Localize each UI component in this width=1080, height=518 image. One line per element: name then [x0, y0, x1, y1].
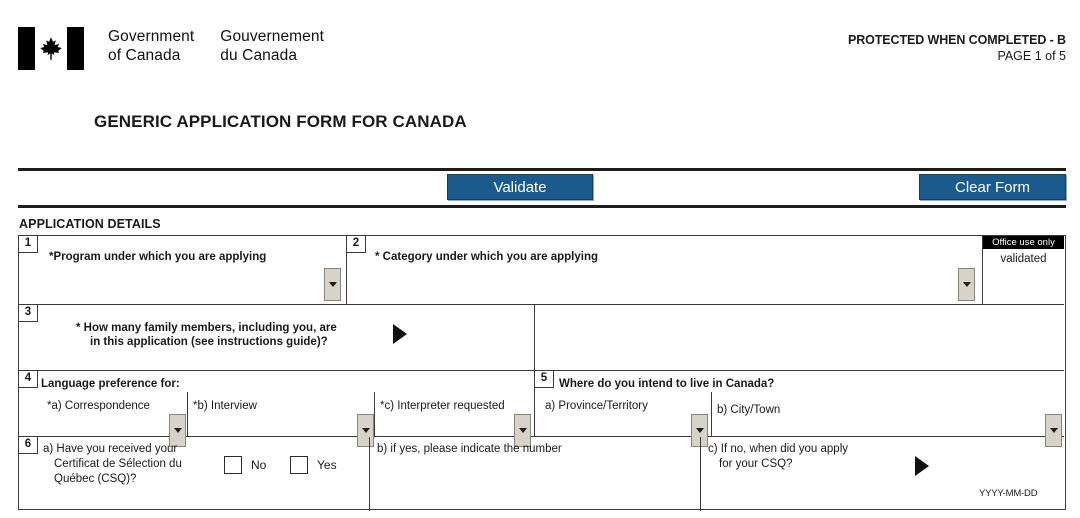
- field-number-6: 6: [19, 437, 38, 454]
- protected-marking-block: PROTECTED WHEN COMPLETED - B PAGE 1 of 5: [848, 33, 1066, 63]
- csq-date-expand-triangle-icon[interactable]: [915, 456, 929, 476]
- label-family-members-line2: in this application (see instructions gu…: [90, 336, 328, 348]
- csq-date-format-hint: YYYY-MM-DD: [979, 488, 1038, 499]
- column-divider-5a-5b: [711, 392, 713, 436]
- field-number-2: 2: [347, 236, 366, 253]
- wordmark-french-line2: du Canada: [220, 47, 298, 64]
- family-members-expand-triangle-icon[interactable]: [393, 324, 407, 344]
- city-town-dropdown[interactable]: [1045, 414, 1062, 447]
- field-number-5: 5: [535, 371, 554, 388]
- label-category: * Category under which you are applying: [375, 251, 599, 263]
- column-divider-6b-6c: [700, 437, 702, 511]
- label-language-preference: Language preference for:: [41, 378, 180, 390]
- csq-no-checkbox[interactable]: [224, 456, 242, 474]
- office-use-only-header: Office use only: [983, 236, 1064, 249]
- csq-no-label: No: [251, 458, 267, 472]
- label-province-territory: a) Province/Territory: [545, 400, 648, 412]
- csq-yes-label: Yes: [317, 458, 337, 472]
- label-csq-line1: a) Have you received your: [43, 443, 178, 455]
- label-intend-to-live: Where do you intend to live in Canada?: [559, 378, 775, 390]
- divider-below-toolbar: [18, 205, 1066, 208]
- chevron-down-icon: [173, 428, 182, 433]
- application-details-table: 1 *Program under which you are applying …: [18, 235, 1066, 511]
- field-number-3: 3: [19, 305, 38, 322]
- label-interview: *b) Interview: [193, 400, 257, 412]
- category-dropdown[interactable]: [958, 268, 975, 301]
- label-csq-line2: Certificat de Sélection du: [54, 458, 182, 470]
- chevron-down-icon: [695, 428, 704, 433]
- page-indicator: PAGE 1 of 5: [997, 49, 1066, 63]
- protected-marking-text: PROTECTED WHEN COMPLETED - B: [847, 33, 1066, 47]
- government-of-canada-signature: Government of Canada Gouvernement du Can…: [18, 27, 324, 70]
- field-number-1: 1: [19, 236, 38, 253]
- office-use-only-value: validated: [1000, 253, 1047, 265]
- page-title: GENERIC APPLICATION FORM FOR CANADA: [94, 112, 467, 131]
- row-divider-1: [19, 304, 1064, 306]
- label-csq-apply-date-line2: for your CSQ?: [719, 458, 793, 470]
- wordmark-english-line1: Government: [108, 28, 195, 45]
- column-divider-6a-6b: [369, 437, 371, 511]
- label-csq-number: b) if yes, please indicate the number: [377, 443, 562, 455]
- maple-leaf-icon: [40, 37, 62, 60]
- wordmark-english-line2: of Canada: [108, 47, 181, 64]
- column-divider-row3: [534, 305, 536, 370]
- label-program: *Program under which you are applying: [49, 251, 267, 263]
- chevron-down-icon: [328, 282, 337, 287]
- label-city-town: b) City/Town: [717, 404, 781, 416]
- label-csq-apply-date-line1: c) If no, when did you apply: [708, 443, 848, 455]
- column-divider-4a-4b: [187, 392, 189, 436]
- chevron-down-icon: [1049, 428, 1058, 433]
- column-divider-4b-4c: [374, 392, 376, 436]
- field-number-4: 4: [19, 371, 38, 388]
- wordmark-french-line1: Gouvernement: [220, 28, 325, 45]
- clear-form-button[interactable]: Clear Form: [919, 174, 1066, 200]
- chevron-down-icon: [361, 428, 370, 433]
- program-dropdown[interactable]: [324, 268, 341, 301]
- label-correspondence: *a) Correspondence: [47, 400, 150, 412]
- chevron-down-icon: [518, 428, 527, 433]
- chevron-down-icon: [962, 282, 971, 287]
- label-csq-line3: Québec (CSQ)?: [54, 473, 137, 485]
- canada-flag-icon: [18, 27, 84, 70]
- validate-button[interactable]: Validate: [447, 174, 593, 200]
- label-family-members-line1: * How many family members, including you…: [76, 322, 337, 334]
- interview-dropdown[interactable]: [357, 414, 374, 447]
- label-interpreter-requested: *c) Interpreter requested: [380, 400, 505, 412]
- divider-above-toolbar: [18, 168, 1066, 171]
- section-heading-application-details: APPLICATION DETAILS: [19, 217, 161, 231]
- csq-yes-checkbox[interactable]: [290, 456, 308, 474]
